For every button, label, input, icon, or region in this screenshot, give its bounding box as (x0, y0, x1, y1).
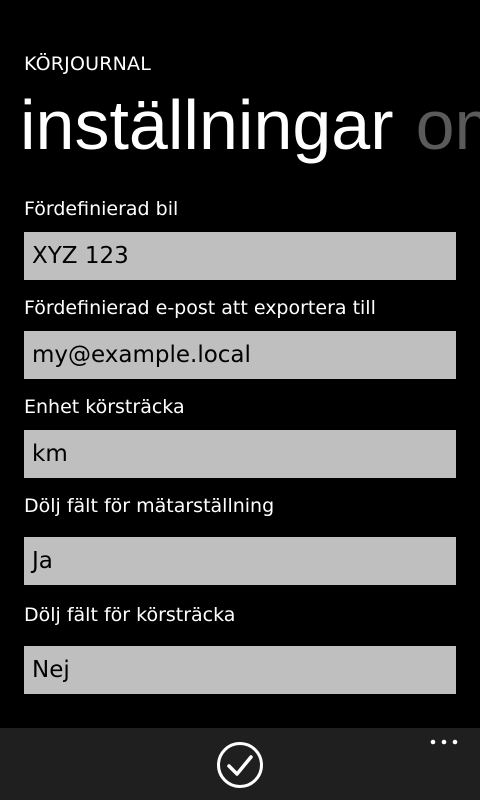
setting-label-hide-distance: Dölj fält för körsträcka (24, 604, 236, 626)
setting-label-hide-odometer: Dölj fält för mätarställning (24, 495, 275, 517)
predefined-car-input[interactable]: XYZ 123 (24, 232, 456, 280)
setting-label-export-email: Fördefinierad e-post att exportera till (24, 297, 376, 319)
hide-odometer-picker[interactable]: Ja (24, 537, 456, 585)
predefined-car-value: XYZ 123 (32, 243, 129, 269)
pivot-header: inställningarom (20, 80, 480, 180)
hide-odometer-value: Ja (32, 548, 53, 574)
pivot-item-installningar[interactable]: inställningar (20, 80, 394, 170)
distance-unit-picker[interactable]: km (24, 430, 456, 478)
setting-label-predefined-car: Fördefinierad bil (24, 198, 179, 220)
check-icon (217, 742, 263, 788)
distance-unit-value: km (32, 441, 68, 467)
application-bar (0, 728, 480, 800)
hide-distance-value: Nej (32, 657, 70, 683)
setting-label-distance-unit: Enhet körsträcka (24, 396, 185, 418)
hide-distance-picker[interactable]: Nej (24, 646, 456, 694)
export-email-input[interactable]: my@example.local (24, 331, 456, 379)
more-options-button[interactable] (424, 728, 464, 758)
app-title: KÖRJOURNAL (24, 53, 152, 75)
ellipsis-icon (430, 739, 458, 745)
export-email-value: my@example.local (32, 342, 251, 368)
save-button[interactable] (216, 741, 264, 789)
pivot-item-om[interactable]: om (416, 80, 480, 170)
